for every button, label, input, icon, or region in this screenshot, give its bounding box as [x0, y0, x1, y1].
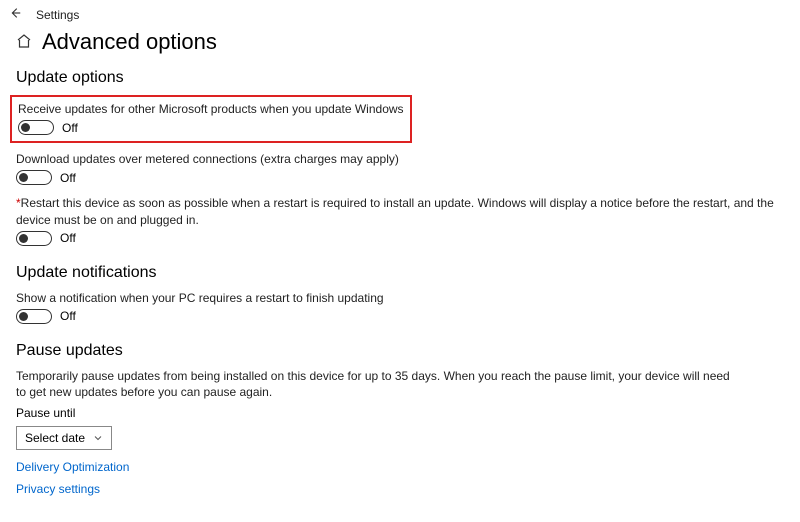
home-icon[interactable] [16, 33, 32, 52]
option-label-restart-asap: *Restart this device as soon as possible… [16, 195, 784, 227]
pause-until-label: Pause until [16, 406, 784, 420]
link-privacy-settings[interactable]: Privacy settings [16, 482, 784, 496]
toggle-restart-asap[interactable] [16, 231, 52, 246]
toggle-state-restart-asap: Off [60, 231, 76, 245]
toggle-state-metered: Off [60, 171, 76, 185]
toggle-metered[interactable] [16, 170, 52, 185]
pause-until-dropdown[interactable]: Select date [16, 426, 112, 450]
top-bar: Settings [0, 0, 800, 27]
section-pause-updates: Pause updates Temporarily pause updates … [0, 334, 800, 496]
option-label-metered: Download updates over metered connection… [16, 151, 784, 167]
heading-pause-updates: Pause updates [16, 342, 784, 360]
heading-update-options: Update options [16, 69, 784, 87]
link-delivery-optimization[interactable]: Delivery Optimization [16, 460, 784, 474]
pause-description: Temporarily pause updates from being ins… [16, 368, 736, 400]
back-button[interactable] [8, 6, 22, 23]
toggle-state-other-products: Off [62, 121, 78, 135]
option-label-other-products: Receive updates for other Microsoft prod… [18, 101, 404, 117]
chevron-down-icon [93, 433, 103, 443]
dropdown-value: Select date [25, 431, 85, 445]
page-title-row: Advanced options [0, 27, 800, 61]
window-title: Settings [36, 8, 79, 22]
section-update-options: Update options Receive updates for other… [0, 61, 800, 246]
page-title: Advanced options [42, 29, 217, 55]
heading-update-notifications: Update notifications [16, 264, 784, 282]
arrow-left-icon [8, 6, 22, 20]
toggle-other-products[interactable] [18, 120, 54, 135]
option-label-notify-restart: Show a notification when your PC require… [16, 290, 784, 306]
toggle-notify-restart[interactable] [16, 309, 52, 324]
toggle-state-notify-restart: Off [60, 309, 76, 323]
section-update-notifications: Update notifications Show a notification… [0, 256, 800, 324]
highlight-box: Receive updates for other Microsoft prod… [10, 95, 412, 143]
